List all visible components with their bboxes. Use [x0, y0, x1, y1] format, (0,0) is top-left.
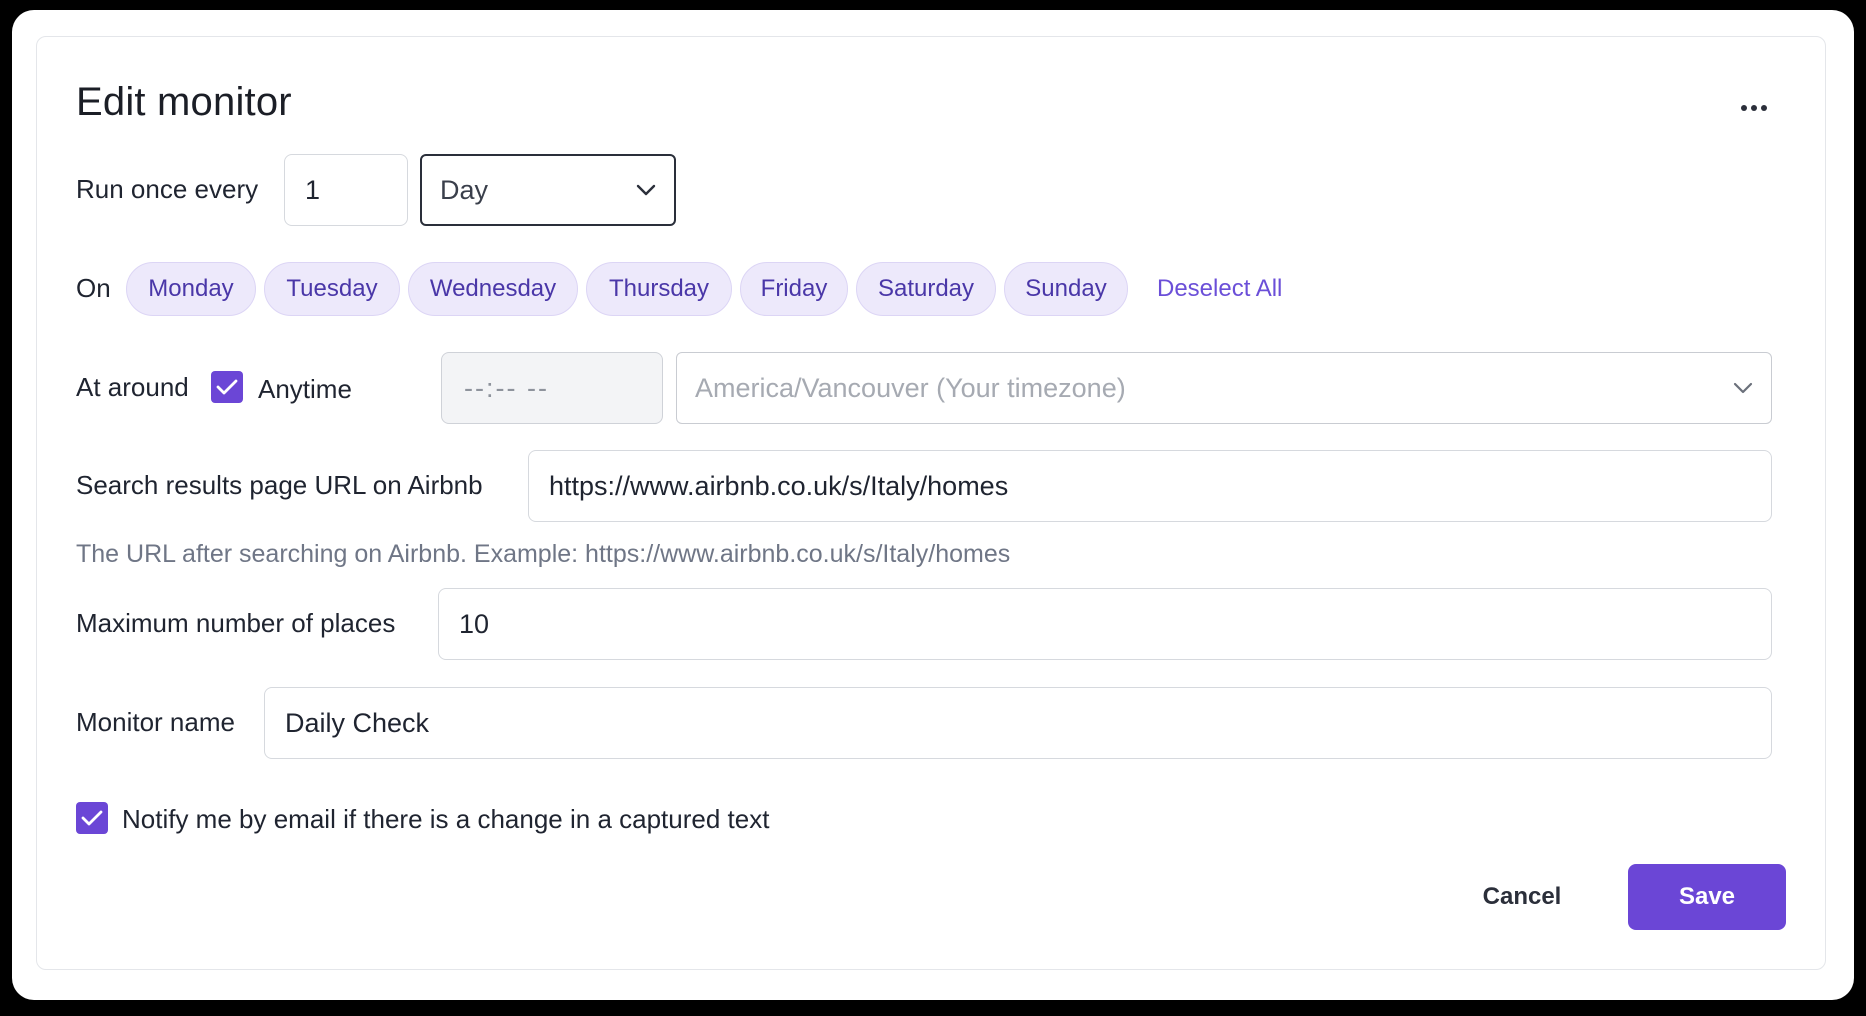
- url-help-text: The URL after searching on Airbnb. Examp…: [76, 540, 1011, 568]
- notify-label: Notify me by email if there is a change …: [122, 804, 770, 834]
- more-options-button[interactable]: [1736, 90, 1772, 126]
- chevron-down-icon: [636, 184, 656, 196]
- max-places-input[interactable]: [438, 588, 1772, 660]
- timezone-select[interactable]: America/Vancouver (Your timezone): [676, 352, 1772, 424]
- deselect-all-link[interactable]: Deselect All: [1157, 275, 1282, 303]
- max-places-label: Maximum number of places: [76, 608, 396, 638]
- page-title: Edit monitor: [76, 80, 292, 124]
- monitor-name-label: Monitor name: [76, 707, 235, 737]
- time-placeholder: --:-- --: [464, 372, 549, 403]
- days-label: On: [76, 273, 111, 303]
- time-input[interactable]: --:-- --: [441, 352, 663, 424]
- day-chip-friday[interactable]: Friday: [740, 262, 848, 316]
- day-chip-sunday[interactable]: Sunday: [1004, 262, 1128, 316]
- search-url-input[interactable]: [528, 450, 1772, 522]
- day-chip-wednesday[interactable]: Wednesday: [408, 262, 578, 316]
- interval-unit-select[interactable]: Day: [420, 154, 676, 226]
- checkmark-icon: [81, 810, 103, 826]
- save-button[interactable]: Save: [1628, 864, 1786, 930]
- checkmark-icon: [216, 379, 238, 395]
- anytime-label: Anytime: [258, 374, 352, 404]
- cancel-button[interactable]: Cancel: [1456, 866, 1588, 928]
- time-label: At around: [76, 372, 189, 402]
- timezone-value: America/Vancouver (Your timezone): [695, 372, 1126, 403]
- monitor-name-input[interactable]: [264, 687, 1772, 759]
- run-interval-label: Run once every: [76, 174, 259, 204]
- day-chip-monday[interactable]: Monday: [126, 262, 256, 316]
- chevron-down-icon: [1733, 382, 1753, 394]
- day-chip-thursday[interactable]: Thursday: [586, 262, 732, 316]
- notify-checkbox[interactable]: [76, 802, 108, 834]
- interval-value-input[interactable]: [284, 154, 408, 226]
- day-chip-tuesday[interactable]: Tuesday: [264, 262, 400, 316]
- url-label: Search results page URL on Airbnb: [76, 470, 483, 500]
- more-horizontal-icon: [1741, 105, 1767, 111]
- anytime-checkbox[interactable]: [211, 371, 243, 403]
- interval-unit-value: Day: [440, 174, 489, 205]
- day-chip-saturday[interactable]: Saturday: [856, 262, 996, 316]
